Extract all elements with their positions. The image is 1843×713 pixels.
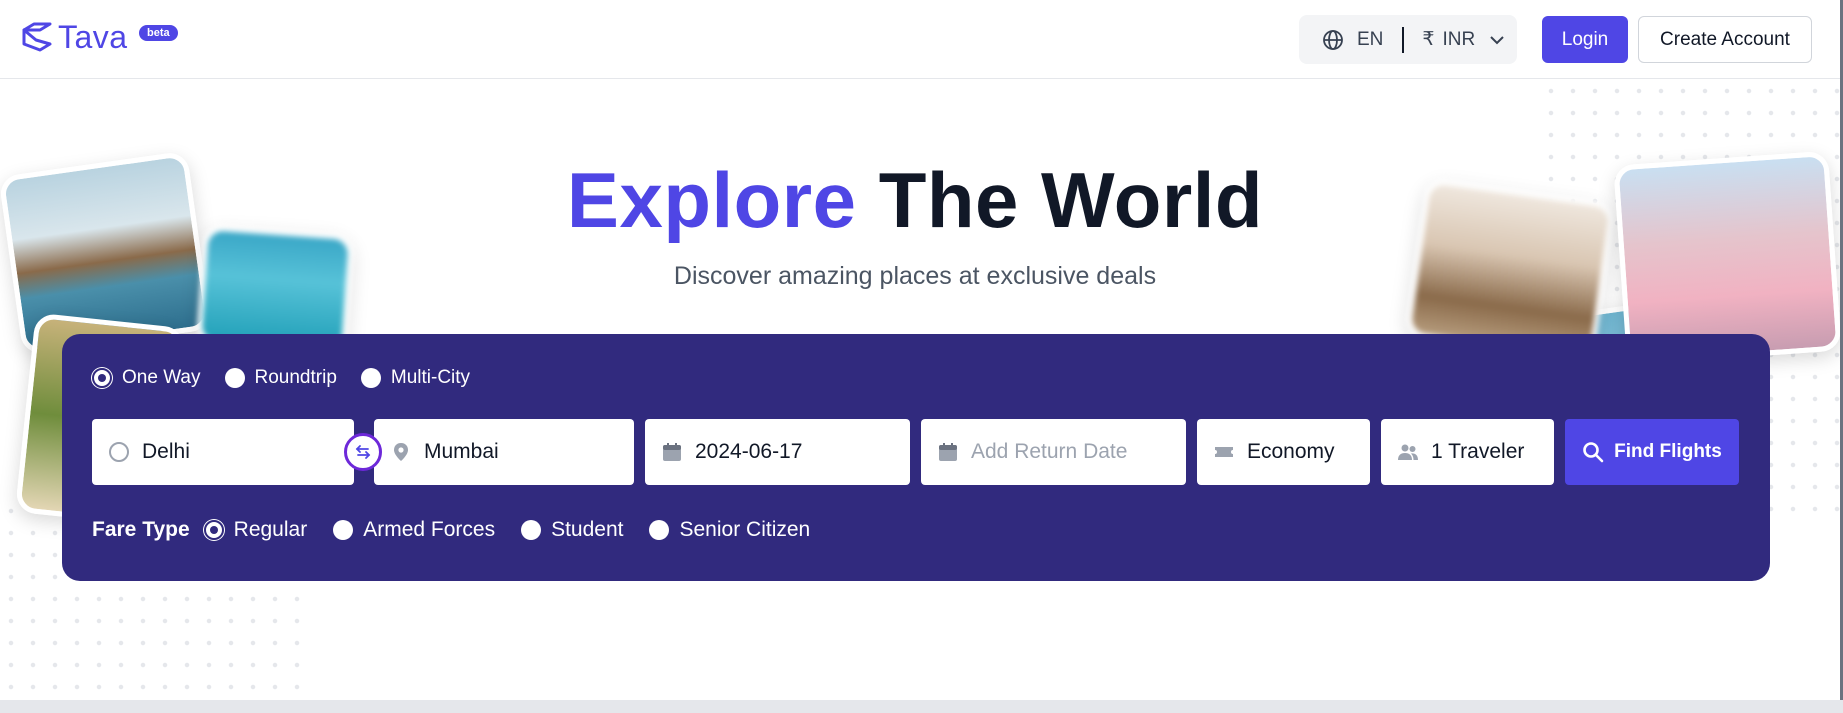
top-navbar: Tava beta EN ₹ INR Login Create Account <box>0 0 1843 79</box>
hero-title: Explore The World <box>0 155 1830 246</box>
trip-type-label: Multi-City <box>390 367 471 388</box>
users-icon <box>1398 444 1418 460</box>
fare-type-regular[interactable]: Regular <box>203 518 308 542</box>
hero-subtitle: Discover amazing places at exclusive dea… <box>673 262 1157 290</box>
radio-button[interactable] <box>203 520 224 540</box>
fare-type-label: Fare Type <box>92 518 190 541</box>
trip-type-multi-city[interactable]: Multi-City <box>360 367 471 389</box>
fare-type-group: Fare Type Regular Armed Forces Student S… <box>92 518 836 542</box>
tava-logo-icon <box>22 22 52 52</box>
fare-type-student[interactable]: Student <box>521 518 623 542</box>
trip-type-one-way[interactable]: One Way <box>92 367 201 389</box>
page-bottom-edge <box>0 700 1843 713</box>
hero-title-accent: Explore <box>566 156 857 244</box>
destination-field[interactable]: Mumbai <box>374 419 634 485</box>
hero-title-rest: The World <box>878 156 1264 244</box>
brand-name: Tava <box>58 19 128 55</box>
radio-button[interactable] <box>360 368 381 388</box>
language-label: EN <box>1357 28 1384 50</box>
fare-type-armed-forces[interactable]: Armed Forces <box>333 518 495 542</box>
swap-icon <box>355 445 371 459</box>
destination-value: Mumbai <box>424 440 499 463</box>
trip-type-label: One Way <box>122 367 201 388</box>
create-account-button[interactable]: Create Account <box>1638 16 1812 63</box>
travelers-value: 1 Traveler <box>1431 440 1525 463</box>
fare-option-label: Student <box>551 518 624 541</box>
origin-field[interactable]: Delhi <box>92 419 354 485</box>
divider <box>1402 26 1405 53</box>
trip-type-label: Roundtrip <box>254 367 337 388</box>
currency-display: ₹ INR <box>1422 28 1475 51</box>
globe-icon <box>1323 29 1343 50</box>
travelers-field[interactable]: 1 Traveler <box>1381 419 1554 485</box>
swap-button[interactable] <box>344 433 382 471</box>
login-button[interactable]: Login <box>1542 16 1628 63</box>
find-flights-button[interactable]: Find Flights <box>1565 419 1739 485</box>
radio-button[interactable] <box>224 368 245 388</box>
find-flights-label: Find Flights <box>1614 441 1722 462</box>
return-date-field[interactable]: Add Return Date <box>921 419 1186 485</box>
location-pin-icon <box>394 443 408 461</box>
calendar-icon <box>663 443 681 461</box>
radio-button[interactable] <box>92 368 112 388</box>
chevron-down-icon <box>1490 35 1504 44</box>
fare-option-label: Armed Forces <box>363 518 496 541</box>
origin-value: Delhi <box>142 440 190 463</box>
beta-badge: beta <box>139 25 178 41</box>
fare-type-senior-citizen[interactable]: Senior Citizen <box>649 518 810 542</box>
departure-date-field[interactable]: 2024-06-17 <box>645 419 910 485</box>
radio-button[interactable] <box>521 520 542 540</box>
brand-logo[interactable]: Tava <box>20 20 128 54</box>
trip-type-roundtrip[interactable]: Roundtrip <box>224 367 337 389</box>
calendar-icon <box>939 443 957 461</box>
locale-currency-selector[interactable]: EN ₹ INR <box>1299 15 1517 64</box>
radio-button[interactable] <box>649 520 670 540</box>
return-date-placeholder: Add Return Date <box>971 440 1128 463</box>
circle-icon <box>109 442 129 462</box>
fare-option-label: Senior Citizen <box>679 518 811 541</box>
cabin-class-value: Economy <box>1247 440 1335 463</box>
currency-symbol: ₹ <box>1422 29 1435 50</box>
currency-label: INR <box>1442 28 1476 50</box>
radio-button[interactable] <box>333 520 354 540</box>
departure-date-value: 2024-06-17 <box>695 440 803 463</box>
search-icon <box>1583 442 1604 463</box>
ticket-icon <box>1215 447 1233 457</box>
cabin-class-field[interactable]: Economy <box>1197 419 1370 485</box>
flight-search-panel: One Way Roundtrip Multi-City Delhi Mumba… <box>62 334 1770 581</box>
fare-option-label: Regular <box>233 518 308 541</box>
trip-type-group: One Way Roundtrip Multi-City <box>92 367 494 389</box>
